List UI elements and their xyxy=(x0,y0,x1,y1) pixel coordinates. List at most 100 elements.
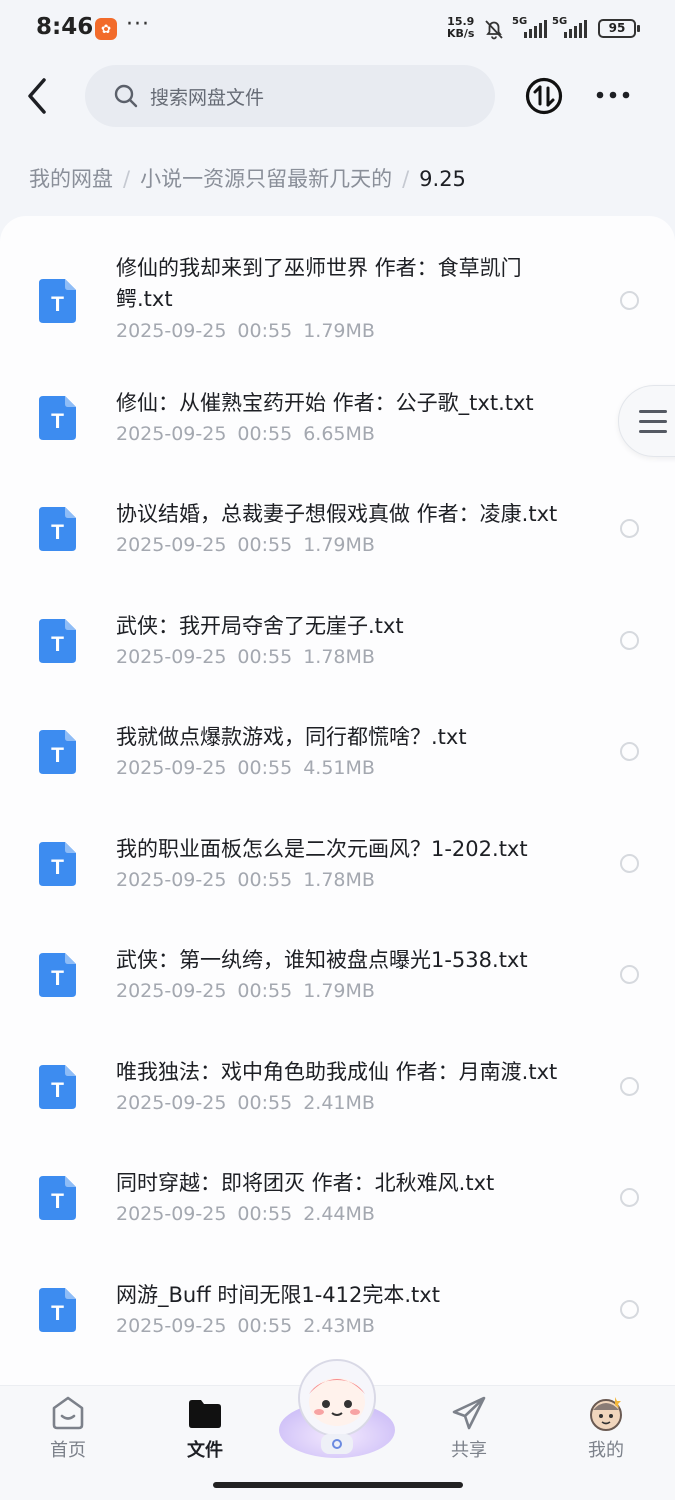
file-meta: 2025-09-25 00:55 2.44MB xyxy=(116,1203,375,1225)
file-size: 2.43MB xyxy=(303,1315,375,1337)
file-name: 我就做点爆款游戏，同行都慌啥？.txt xyxy=(116,725,467,749)
file-time: 00:55 xyxy=(237,757,293,779)
home-icon xyxy=(52,1396,84,1430)
file-meta: 2025-09-25 00:55 2.43MB xyxy=(116,1315,375,1337)
file-time: 00:55 xyxy=(237,1092,293,1114)
file-date: 2025-09-25 xyxy=(116,980,227,1002)
file-time: 00:55 xyxy=(237,423,293,445)
select-checkbox[interactable] xyxy=(620,1188,639,1207)
file-size: 4.51MB xyxy=(303,757,375,779)
txt-file-icon: T xyxy=(39,1065,76,1109)
svg-text:T: T xyxy=(51,410,64,433)
file-date: 2025-09-25 xyxy=(116,320,227,342)
home-indicator xyxy=(213,1482,463,1488)
nav-home-label: 首页 xyxy=(50,1440,86,1461)
nav-files[interactable]: 文件 xyxy=(150,1386,260,1476)
status-time: 8:46 xyxy=(36,14,94,40)
net-speed: 15.9 KB/s xyxy=(447,16,474,40)
breadcrumb-separator: / xyxy=(402,167,410,191)
share-plane-icon xyxy=(452,1396,486,1430)
avatar-icon xyxy=(590,1397,622,1431)
breadcrumb-parent[interactable]: 小说一资源只留最新几天的 xyxy=(140,167,392,191)
file-list: T 修仙的我却来到了巫师世界 作者：食草凯门鳄.txt 2025-09-25 00… xyxy=(0,216,675,1391)
file-name: 网游_Buff 时间无限1-412完本.txt xyxy=(116,1283,440,1307)
nav-share[interactable]: 共享 xyxy=(414,1386,524,1476)
file-name: 协议结婚，总裁妻子想假戏真做 作者：凌康.txt xyxy=(116,502,558,526)
file-meta: 2025-09-25 00:55 6.65MB xyxy=(116,423,375,445)
search-placeholder: 搜索网盘文件 xyxy=(150,87,265,109)
svg-text:T: T xyxy=(51,293,64,316)
file-name: 同时穿越：即将团灭 作者：北秋难风.txt xyxy=(116,1171,495,1195)
file-date: 2025-09-25 xyxy=(116,757,227,779)
battery-indicator: 95 xyxy=(598,19,640,38)
svg-text:T: T xyxy=(51,633,64,656)
search-icon xyxy=(114,84,138,108)
file-size: 1.79MB xyxy=(303,320,375,342)
signal-icon-1: 5G xyxy=(512,16,552,40)
file-meta: 2025-09-25 00:55 4.51MB xyxy=(116,757,375,779)
file-date: 2025-09-25 xyxy=(116,646,227,668)
file-time: 00:55 xyxy=(237,320,293,342)
txt-file-icon: T xyxy=(39,619,76,663)
file-size: 1.79MB xyxy=(303,534,375,556)
file-time: 00:55 xyxy=(237,646,293,668)
svg-text:T: T xyxy=(51,1190,64,1213)
signal-icon-2: 5G xyxy=(552,16,592,40)
net-speed-unit: KB/s xyxy=(447,27,475,40)
search-input[interactable]: 搜索网盘文件 xyxy=(85,65,495,127)
file-meta: 2025-09-25 00:55 1.78MB xyxy=(116,869,375,891)
app-notification-icon: ✿ xyxy=(95,18,117,40)
svg-text:T: T xyxy=(51,744,64,767)
file-size: 6.65MB xyxy=(303,423,375,445)
status-bar: 8:46 ✿ ··· 15.9 KB/s 5G 5G 95 xyxy=(0,0,675,60)
more-notifications-icon: ··· xyxy=(126,12,150,37)
select-checkbox[interactable] xyxy=(620,742,639,761)
file-meta: 2025-09-25 00:55 2.41MB xyxy=(116,1092,375,1114)
select-checkbox[interactable] xyxy=(620,854,639,873)
transfer-list-button[interactable] xyxy=(524,76,564,116)
nav-mine-label: 我的 xyxy=(588,1440,624,1461)
file-size: 1.79MB xyxy=(303,980,375,1002)
file-name: 武侠：我开局夺舍了无崖子.txt xyxy=(116,614,404,638)
file-meta: 2025-09-25 00:55 1.79MB xyxy=(116,980,375,1002)
file-time: 00:55 xyxy=(237,1315,293,1337)
select-checkbox[interactable] xyxy=(620,1077,639,1096)
svg-text:T: T xyxy=(51,1079,64,1102)
file-meta: 2025-09-25 00:55 1.79MB xyxy=(116,534,375,556)
nav-mine[interactable]: 我的 xyxy=(551,1386,661,1476)
txt-file-icon: T xyxy=(39,1176,76,1220)
file-name: 修仙的我却来到了巫师世界 作者：食草凯门鳄.txt xyxy=(116,256,522,311)
txt-file-icon: T xyxy=(39,279,76,323)
breadcrumb-root[interactable]: 我的网盘 xyxy=(29,167,113,191)
back-button[interactable] xyxy=(18,74,58,118)
select-checkbox[interactable] xyxy=(620,519,639,538)
file-meta: 2025-09-25 00:55 1.79MB xyxy=(116,320,375,342)
select-checkbox[interactable] xyxy=(620,1300,639,1319)
txt-file-icon: T xyxy=(39,842,76,886)
file-size: 1.78MB xyxy=(303,869,375,891)
folder-icon xyxy=(189,1400,221,1428)
svg-text:T: T xyxy=(51,856,64,879)
svg-text:T: T xyxy=(51,967,64,990)
file-name: 武侠：第一纨绔，谁知被盘点曝光1-538.txt xyxy=(116,948,528,972)
file-date: 2025-09-25 xyxy=(116,869,227,891)
file-date: 2025-09-25 xyxy=(116,1203,227,1225)
breadcrumb-separator: / xyxy=(123,167,131,191)
file-name: 修仙：从催熟宝药开始 作者：公子歌_txt.txt xyxy=(116,391,534,415)
nav-share-label: 共享 xyxy=(451,1440,487,1461)
file-meta: 2025-09-25 00:55 1.78MB xyxy=(116,646,375,668)
breadcrumb-current: 9.25 xyxy=(419,167,466,191)
file-name: 唯我独法：戏中角色助我成仙 作者：月南渡.txt xyxy=(116,1060,558,1084)
file-time: 00:55 xyxy=(237,534,293,556)
file-size: 2.41MB xyxy=(303,1092,375,1114)
file-date: 2025-09-25 xyxy=(116,534,227,556)
more-options-button[interactable] xyxy=(593,80,633,110)
ai-assistant-mascot-button[interactable] xyxy=(276,1350,398,1460)
select-checkbox[interactable] xyxy=(620,631,639,650)
nav-home[interactable]: 首页 xyxy=(13,1386,123,1476)
select-checkbox[interactable] xyxy=(620,291,639,310)
select-checkbox[interactable] xyxy=(620,965,639,984)
file-time: 00:55 xyxy=(237,869,293,891)
file-name: 我的职业面板怎么是二次元画风？1-202.txt xyxy=(116,837,528,861)
txt-file-icon: T xyxy=(39,507,76,551)
